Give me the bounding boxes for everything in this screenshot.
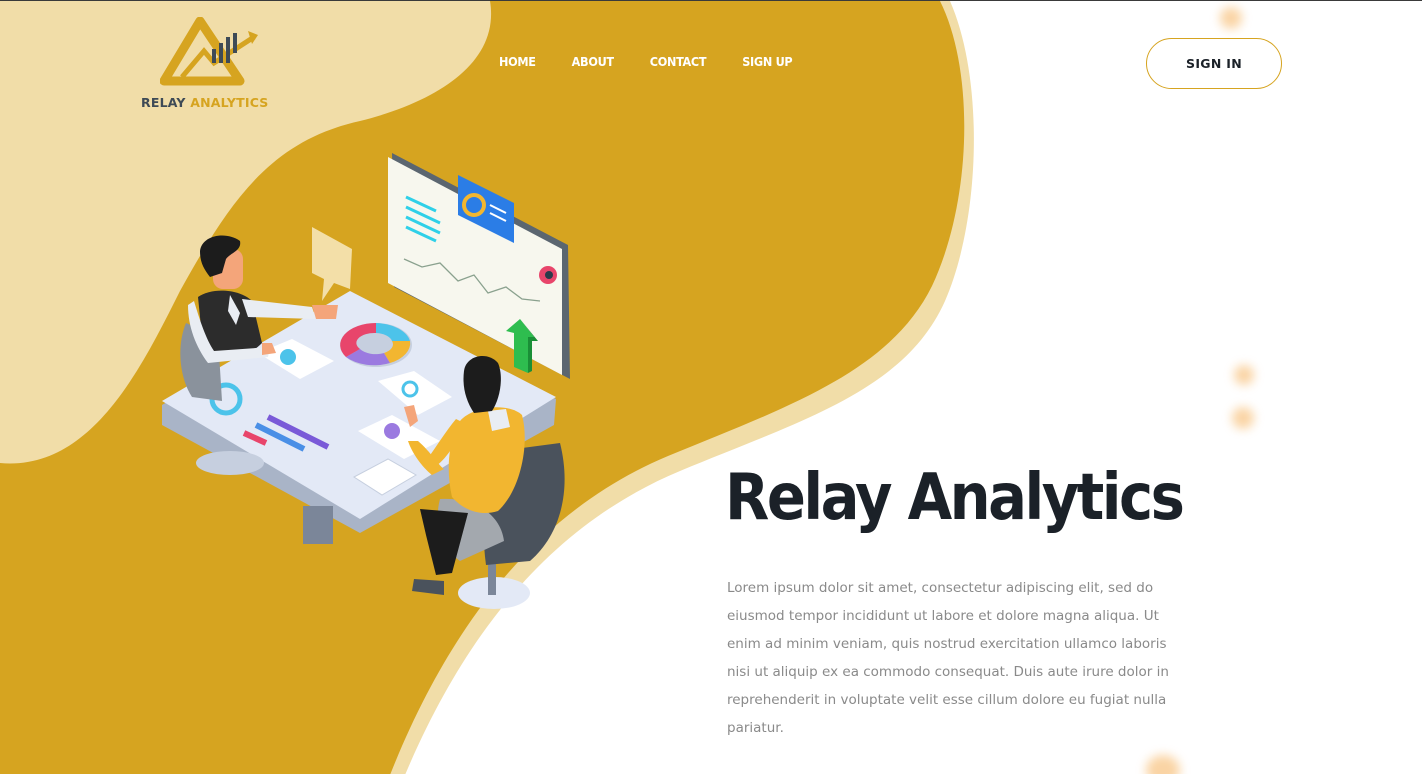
brand-name-part2: ANALYTICS bbox=[190, 95, 269, 110]
hero-description: Lorem ipsum dolor sit amet, consectetur … bbox=[727, 580, 1169, 736]
decorative-dot bbox=[1232, 407, 1254, 429]
triangle-chart-logo-icon bbox=[160, 17, 258, 86]
landing-page: RELAY ANALYTICS HOME ABOUT CONTACT SIGN … bbox=[0, 0, 1422, 774]
brand-name-part1: RELAY bbox=[141, 95, 186, 110]
speech-bubble bbox=[312, 227, 352, 301]
meeting-illustration bbox=[162, 153, 570, 609]
sign-in-button[interactable]: SIGN IN bbox=[1146, 38, 1282, 89]
brand-logo[interactable]: RELAY ANALYTICS bbox=[138, 15, 268, 115]
decorative-dot bbox=[1234, 365, 1254, 385]
nav-about[interactable]: ABOUT bbox=[572, 54, 614, 69]
hero-title: Relay Analytics bbox=[725, 461, 1185, 535]
main-nav: HOME ABOUT CONTACT SIGN UP bbox=[499, 54, 828, 69]
nav-contact[interactable]: CONTACT bbox=[650, 54, 707, 69]
nav-home[interactable]: HOME bbox=[499, 54, 536, 69]
brand-name: RELAY ANALYTICS bbox=[141, 95, 269, 110]
decorative-dot bbox=[1220, 7, 1242, 29]
nav-sign-up[interactable]: SIGN UP bbox=[742, 54, 792, 69]
